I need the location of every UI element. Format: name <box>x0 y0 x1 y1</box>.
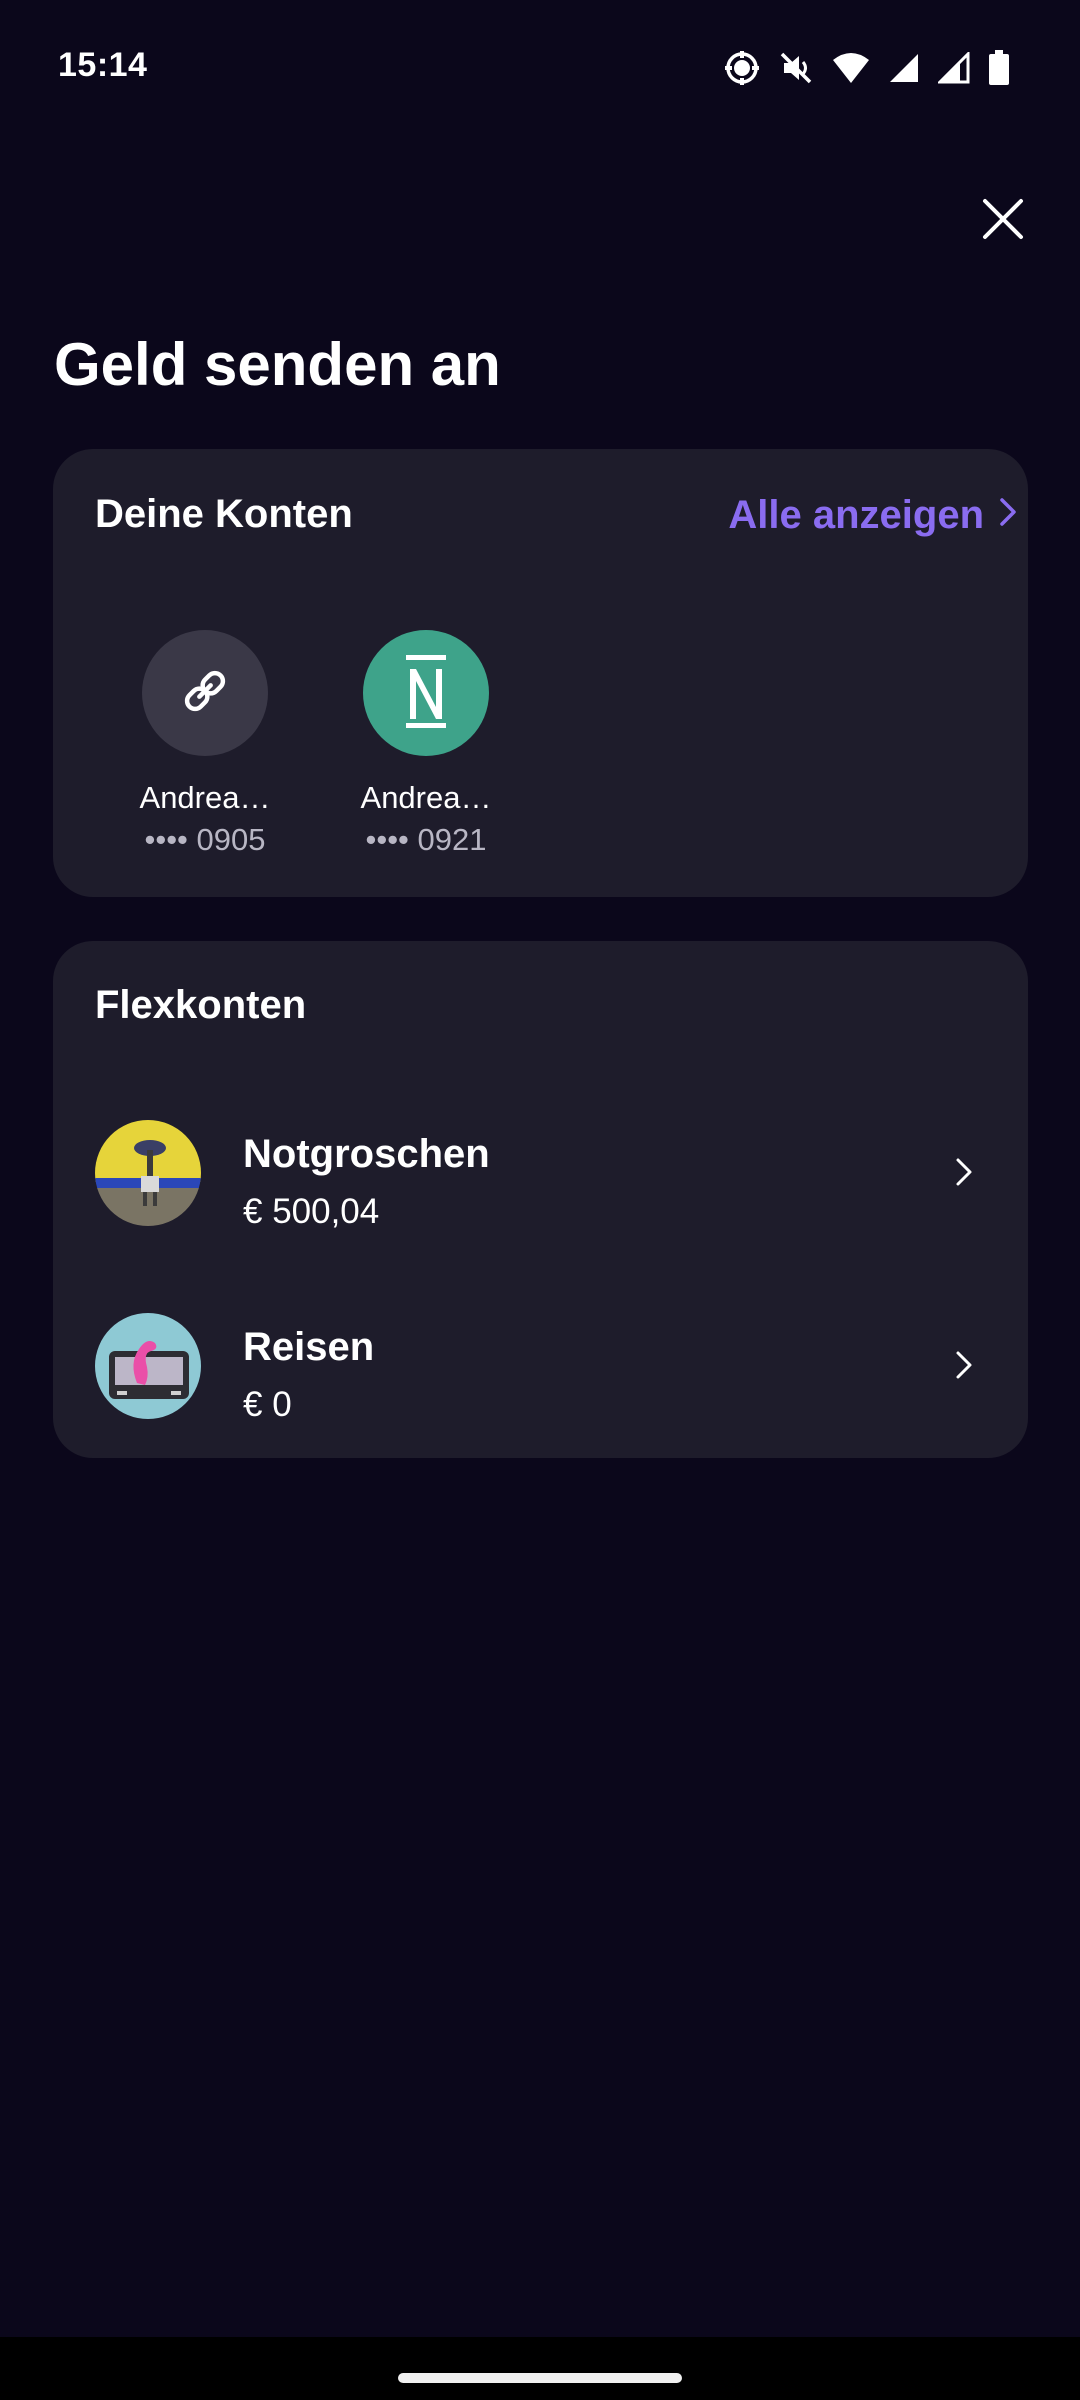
account-item[interactable]: Andrea… •••• 0921 <box>346 630 506 858</box>
flex-accounts-heading: Flexkonten <box>95 983 307 1027</box>
chevron-right-icon <box>954 1156 974 1193</box>
close-icon <box>982 198 1024 245</box>
mute-icon <box>778 50 814 86</box>
account-number: •••• 0921 <box>365 822 487 857</box>
flex-account-name: Notgroschen <box>243 1132 490 1176</box>
chevron-right-icon <box>954 1349 974 1386</box>
account-avatar <box>142 630 268 756</box>
chevron-right-icon <box>998 493 1018 538</box>
signal-icon <box>888 52 920 84</box>
location-target-icon <box>724 50 760 86</box>
show-all-label: Alle anzeigen <box>728 493 984 537</box>
flex-account-row[interactable]: Notgroschen € 500,04 <box>53 1096 1028 1246</box>
flex-account-amount: € 500,04 <box>243 1192 380 1231</box>
flex-account-name: Reisen <box>243 1325 375 1369</box>
close-button[interactable] <box>968 186 1038 256</box>
n26-logo <box>400 653 452 734</box>
account-item[interactable]: Andrea… •••• 0905 <box>125 630 285 858</box>
signal-icon-2 <box>938 52 970 84</box>
account-avatar <box>363 630 489 756</box>
battery-icon <box>988 50 1010 86</box>
account-number: •••• 0905 <box>144 822 266 857</box>
show-all-link[interactable]: Alle anzeigen <box>728 493 1018 538</box>
flex-account-amount: € 0 <box>243 1385 292 1424</box>
status-time: 15:14 <box>58 46 148 84</box>
link-icon <box>180 666 230 721</box>
flex-account-image <box>95 1120 201 1226</box>
account-name: Andrea… <box>139 780 271 815</box>
status-bar: 15:14 <box>0 0 1080 135</box>
flex-account-image <box>95 1313 201 1419</box>
navigation-bar <box>0 2337 1080 2400</box>
page-title: Geld senden an <box>54 331 501 398</box>
flex-account-row[interactable]: Reisen € 0 <box>53 1289 1028 1439</box>
wifi-icon <box>832 51 870 85</box>
account-name: Andrea… <box>360 780 492 815</box>
status-icons <box>724 48 1010 88</box>
accounts-heading: Deine Konten <box>95 492 353 536</box>
home-indicator[interactable] <box>398 2373 682 2383</box>
